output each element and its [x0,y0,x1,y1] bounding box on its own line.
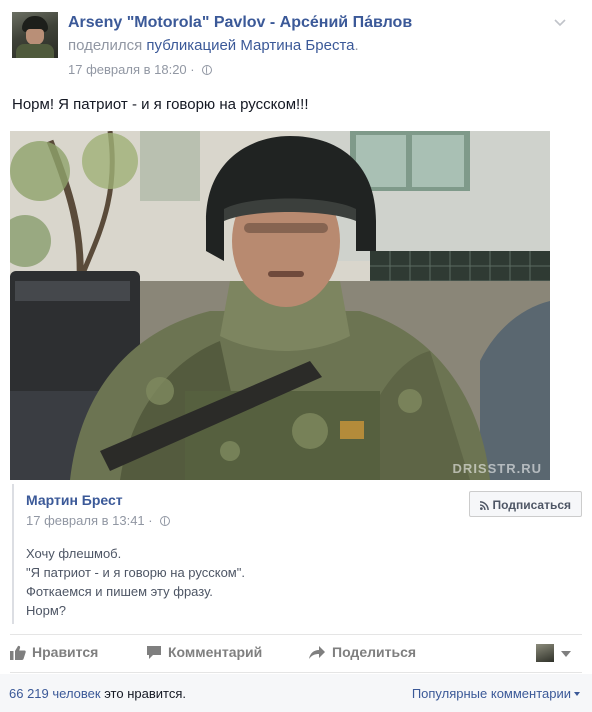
page-avatar-selector[interactable] [536,644,554,662]
quoted-line: "Я патриот - и я говорю на русском". [26,565,245,580]
quoted-text: Хочу флешмоб. "Я патриот - и я говорю на… [26,544,245,620]
likes-suffix: это нравится. [100,686,186,701]
divider [10,672,582,673]
share-button[interactable]: Поделиться [308,644,416,660]
globe-icon[interactable] [202,65,213,75]
quoted-separator: · [148,513,153,528]
post-meta: 17 февраля в 18:20 · [68,62,213,77]
thumbs-up-icon [10,645,26,660]
shared-suffix: . [354,37,359,54]
likes-summary: 66 219 человек это нравится. [9,686,186,701]
quoted-meta: 17 февраля в 13:41 · [26,513,171,528]
divider [10,634,582,635]
author-avatar[interactable] [12,12,58,58]
chevron-down-icon[interactable] [552,14,568,30]
popular-comments-dropdown[interactable]: Популярные комментарии [412,686,580,701]
like-button[interactable]: Нравится [10,644,98,660]
subscribe-button[interactable]: Подписаться [468,491,582,517]
quoted-timestamp[interactable]: 17 февраля в 13:41 [26,513,145,528]
comment-label: Комментарий [168,644,263,660]
action-bar: Нравится Комментарий Поделиться [10,642,582,666]
quoted-line: Хочу флешмоб. [26,546,122,561]
comment-icon [147,646,161,659]
quoted-line: Фоткаемся и пишем эту фразу. [26,584,213,599]
post-photo[interactable]: DRISSTR.RU [10,131,550,480]
likes-bar: 66 219 человек это нравится. Популярные … [0,674,592,712]
popular-comments-label: Популярные комментарии [411,686,571,701]
meta-separator: · [190,62,195,77]
shared-post-link[interactable]: публикацией Мартина Бреста [146,37,354,54]
comment-button[interactable]: Комментарий [146,644,262,660]
shared-prefix: поделился [68,37,143,54]
facebook-post: Arseny "Motorola" Pavlov - Арсе́ний Па́в… [0,0,592,712]
quoted-line: Норм? [26,603,67,618]
caret-down-icon [574,692,580,696]
like-label: Нравится [32,644,99,660]
globe-icon[interactable] [160,516,171,526]
share-arrow-icon [309,646,325,659]
photo-watermark: DRISSTR.RU [452,461,542,476]
caret-down-icon[interactable] [561,651,571,657]
subscribe-label: Подписаться [492,498,571,512]
quoted-author[interactable]: Мартин Брест [26,492,123,508]
quoted-post: Мартин Брест 17 февраля в 13:41 · Подпис… [12,484,582,624]
likes-count-link[interactable]: 66 219 человек [9,686,101,701]
shared-line: поделился публикацией Мартина Бреста. [68,37,359,54]
share-label: Поделиться [332,644,417,660]
post-timestamp[interactable]: 17 февраля в 18:20 [68,62,187,77]
author-name[interactable]: Arseny "Motorola" Pavlov - Арсе́ний Па́в… [68,14,412,32]
status-text: Норм! Я патриот - и я говорю на русском!… [12,96,309,113]
rss-icon [479,501,489,510]
